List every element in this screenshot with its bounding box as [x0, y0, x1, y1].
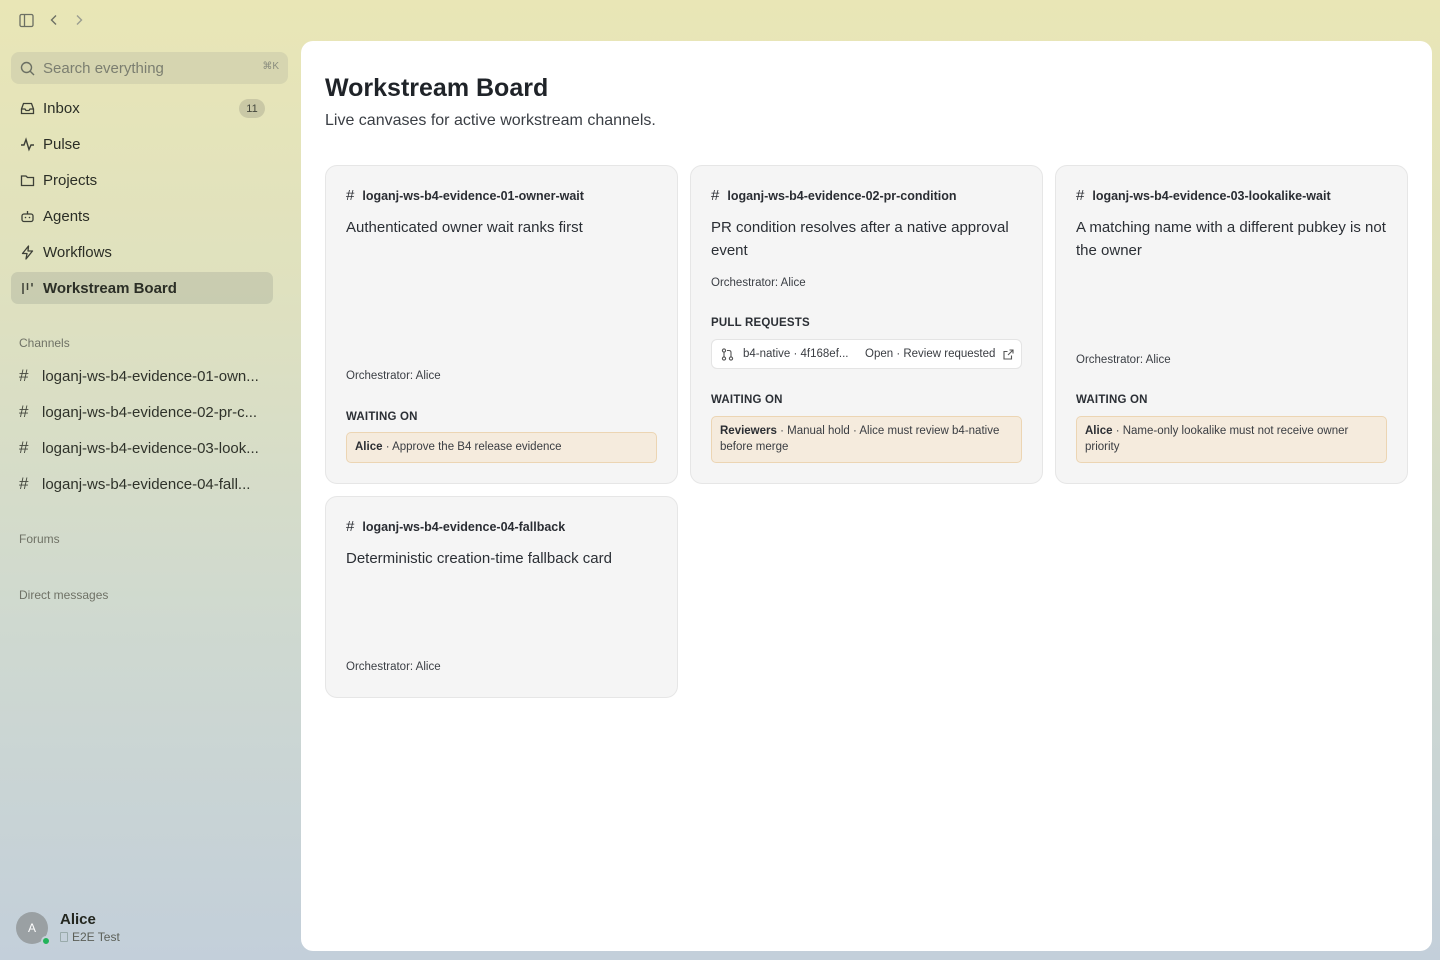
hash-icon: #	[346, 187, 355, 204]
pulse-icon	[19, 136, 35, 152]
waiting-on-label: WAITING ON	[711, 394, 783, 406]
card-orchestrator: Orchestrator: Alice	[346, 370, 441, 382]
card-orchestrator: Orchestrator: Alice	[346, 661, 441, 673]
workstream-card[interactable]: # loganj-ws-b4-evidence-03-lookalike-wait…	[1055, 165, 1408, 484]
nav-item-inbox[interactable]: Inbox 11	[11, 92, 273, 124]
user-profile[interactable]: A Alice E2E Test	[16, 911, 120, 946]
pull-request-state: Open · Review requested	[865, 348, 996, 360]
waiting-on-item: Alice · Name-only lookalike must not rec…	[1076, 416, 1387, 463]
user-name: Alice	[60, 911, 96, 928]
nav-item-label: Workstream Board	[43, 279, 177, 297]
waiting-on-who: Alice	[355, 441, 383, 453]
card-channel-name: loganj-ws-b4-evidence-02-pr-condition	[727, 188, 957, 203]
waiting-on-text: · Name-only lookalike must not receive o…	[1085, 425, 1349, 453]
workstream-card[interactable]: # loganj-ws-b4-evidence-02-pr-condition P…	[690, 165, 1043, 484]
pull-request-row[interactable]: b4-native · 4f168ef... Open · Review req…	[711, 339, 1022, 369]
inbox-icon	[19, 100, 35, 116]
card-channel-link[interactable]: # loganj-ws-b4-evidence-04-fallback	[346, 518, 565, 535]
main-nav: Inbox 11 Pulse Projects Agents Workflows…	[11, 92, 273, 308]
channel-item[interactable]: # loganj-ws-b4-evidence-04-fall...	[11, 468, 273, 500]
online-status-dot	[41, 935, 51, 946]
page-title: Workstream Board	[325, 74, 549, 102]
channel-label: loganj-ws-b4-evidence-03-look...	[42, 439, 259, 457]
channel-label: loganj-ws-b4-evidence-01-own...	[42, 367, 259, 385]
hash-icon: #	[346, 518, 355, 535]
folder-icon	[19, 172, 35, 188]
forward-icon[interactable]	[70, 11, 88, 29]
agents-icon	[19, 208, 35, 224]
pull-request-ref: b4-native · 4f168ef...	[743, 348, 849, 360]
workstream-card[interactable]: # loganj-ws-b4-evidence-04-fallback Deter…	[325, 496, 678, 698]
bolt-icon	[19, 244, 35, 260]
hash-icon: #	[19, 438, 29, 457]
hash-icon: #	[1076, 187, 1085, 204]
nav-item-agents[interactable]: Agents	[11, 200, 273, 232]
channel-label: loganj-ws-b4-evidence-02-pr-c...	[42, 403, 258, 421]
card-title: PR condition resolves after a native app…	[711, 219, 1009, 259]
search-icon	[20, 61, 35, 76]
waiting-on-label: WAITING ON	[1076, 394, 1148, 406]
card-channel-link[interactable]: # loganj-ws-b4-evidence-03-lookalike-wait	[1076, 187, 1331, 204]
search-input[interactable]	[43, 59, 253, 77]
waiting-on-label: WAITING ON	[346, 411, 418, 423]
card-channel-name: loganj-ws-b4-evidence-01-owner-wait	[362, 188, 584, 203]
waiting-on-who: Reviewers	[720, 425, 777, 437]
git-pull-request-icon	[721, 347, 735, 361]
card-title: Authenticated owner wait ranks first	[346, 219, 583, 236]
card-channel-name: loganj-ws-b4-evidence-03-lookalike-wait	[1092, 188, 1331, 203]
workstream-card[interactable]: # loganj-ws-b4-evidence-01-owner-wait Aut…	[325, 165, 678, 484]
avatar[interactable]: A	[16, 911, 51, 946]
waiting-on-item: Reviewers · Manual hold · Alice must rev…	[711, 416, 1022, 463]
device-icon	[60, 932, 68, 942]
card-orchestrator: Orchestrator: Alice	[711, 277, 806, 289]
nav-item-workstream-board[interactable]: Workstream Board	[11, 272, 273, 304]
waiting-on-item: Alice · Approve the B4 release evidence	[346, 432, 657, 463]
channels-section-label: Channels	[19, 336, 70, 350]
board-icon	[19, 280, 35, 296]
nav-item-pulse[interactable]: Pulse	[11, 128, 273, 160]
search-shortcut: ⌘K	[262, 61, 279, 72]
back-icon[interactable]	[45, 11, 63, 29]
main-panel: Workstream Board Live canvases for activ…	[301, 41, 1432, 951]
nav-item-label: Agents	[43, 207, 90, 225]
waiting-on-text: · Approve the B4 release evidence	[382, 441, 562, 453]
nav-item-label: Pulse	[43, 135, 81, 153]
card-title: A matching name with a different pubkey …	[1076, 219, 1386, 259]
sidebar-toggle-icon[interactable]	[17, 11, 35, 29]
hash-icon: #	[19, 366, 29, 385]
card-title: Deterministic creation-time fallback car…	[346, 550, 612, 567]
card-channel-name: loganj-ws-b4-evidence-04-fallback	[362, 519, 566, 534]
card-orchestrator: Orchestrator: Alice	[1076, 354, 1171, 366]
nav-item-projects[interactable]: Projects	[11, 164, 273, 196]
card-channel-link[interactable]: # loganj-ws-b4-evidence-01-owner-wait	[346, 187, 584, 204]
user-subtitle: E2E Test	[72, 930, 120, 944]
sidebar: ⌘K Inbox 11 Pulse Projects Agents	[0, 40, 300, 960]
avatar-initial: A	[27, 920, 36, 935]
card-channel-link[interactable]: # loganj-ws-b4-evidence-02-pr-condition	[711, 187, 957, 204]
external-link-icon[interactable]	[1003, 348, 1014, 360]
nav-item-label: Projects	[43, 171, 98, 189]
channel-item[interactable]: # loganj-ws-b4-evidence-01-own...	[11, 360, 273, 392]
hash-icon: #	[19, 474, 29, 493]
forums-section-label[interactable]: Forums	[19, 532, 60, 546]
nav-item-label: Workflows	[43, 243, 112, 261]
channel-list: # loganj-ws-b4-evidence-01-own... # loganj…	[11, 360, 273, 504]
nav-item-workflows[interactable]: Workflows	[11, 236, 273, 268]
search-box[interactable]: ⌘K	[11, 52, 288, 84]
nav-item-label: Inbox	[43, 99, 80, 117]
waiting-on-who: Alice	[1085, 425, 1113, 437]
channel-label: loganj-ws-b4-evidence-04-fall...	[42, 475, 251, 493]
top-bar	[0, 0, 300, 40]
channel-item[interactable]: # loganj-ws-b4-evidence-03-look...	[11, 432, 273, 464]
direct-messages-section-label[interactable]: Direct messages	[19, 588, 108, 602]
pull-requests-label: PULL REQUESTS	[711, 317, 810, 329]
hash-icon: #	[19, 402, 29, 421]
hash-icon: #	[711, 187, 720, 204]
inbox-count-badge: 11	[239, 99, 265, 118]
channel-item[interactable]: # loganj-ws-b4-evidence-02-pr-c...	[11, 396, 273, 428]
page-subtitle: Live canvases for active workstream chan…	[325, 112, 656, 129]
